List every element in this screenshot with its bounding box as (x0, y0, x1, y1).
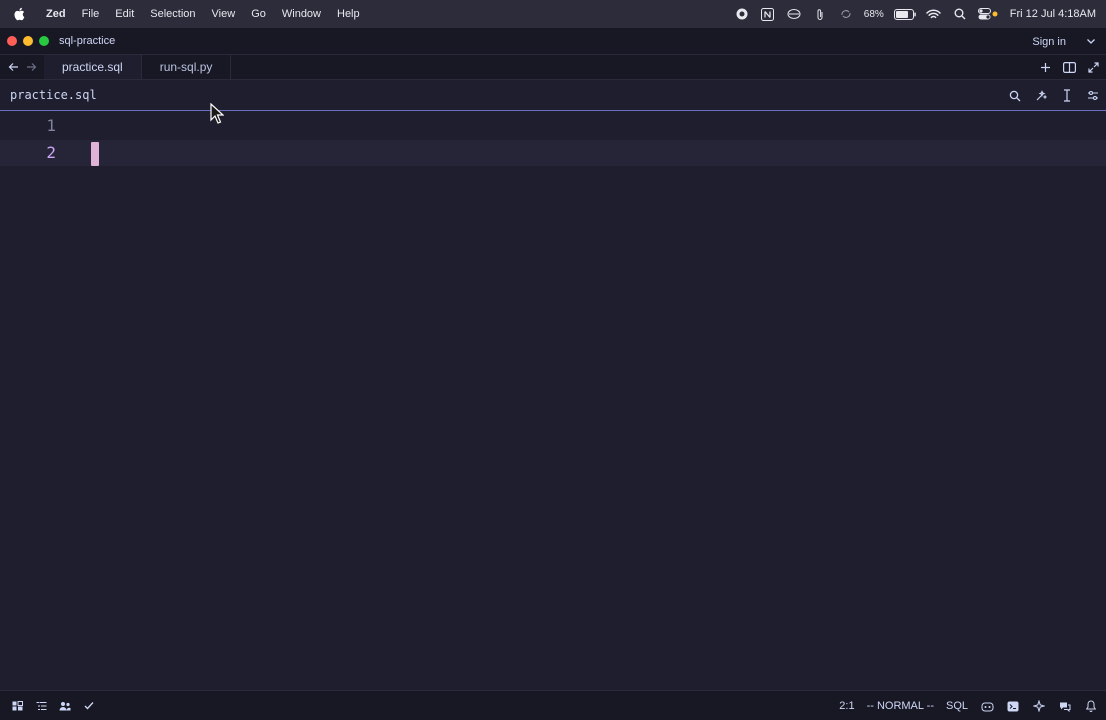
notion-icon[interactable] (760, 6, 776, 22)
menu-file[interactable]: File (74, 0, 108, 28)
language-selector[interactable]: SQL (946, 700, 968, 712)
apple-menu-icon[interactable] (0, 7, 38, 21)
outline-panel-icon[interactable] (34, 699, 48, 713)
wifi-icon[interactable] (926, 6, 942, 22)
editor-line-current[interactable]: 2 (0, 140, 1106, 166)
battery-icon[interactable] (893, 6, 916, 22)
sync-icon[interactable] (838, 6, 854, 22)
menu-window[interactable]: Window (274, 0, 329, 28)
tab-bar: practice.sql run-sql.py (0, 55, 1106, 80)
menu-edit[interactable]: Edit (107, 0, 142, 28)
tab-practice-sql[interactable]: practice.sql (44, 55, 142, 79)
tab-run-sql-py[interactable]: run-sql.py (142, 55, 232, 79)
chevron-down-icon[interactable] (1084, 34, 1098, 48)
chat-icon[interactable] (1058, 699, 1072, 713)
macos-menu-bar: Zed File Edit Selection View Go Window H… (0, 0, 1106, 28)
search-icon[interactable] (1008, 89, 1022, 103)
menu-view[interactable]: View (204, 0, 244, 28)
copilot-icon[interactable] (980, 699, 994, 713)
line-number: 1 (46, 116, 56, 135)
window-close-button[interactable] (7, 36, 17, 46)
editor-line[interactable]: 1 (0, 113, 1106, 139)
editor-tools (1008, 80, 1100, 111)
collaboration-icon[interactable] (58, 699, 72, 713)
mouse-pointer-icon (210, 103, 224, 125)
spotlight-search-icon[interactable] (952, 6, 968, 22)
project-panel-icon[interactable] (10, 699, 24, 713)
menubar-clock[interactable]: Fri 12 Jul 4:18AM (1010, 8, 1096, 20)
text-cursor-icon[interactable] (1060, 89, 1074, 103)
settings-sliders-icon[interactable] (1086, 89, 1100, 103)
assistant-sparkle-icon[interactable] (1032, 699, 1046, 713)
menu-app-name[interactable]: Zed (38, 0, 74, 28)
record-icon[interactable] (734, 6, 750, 22)
status-bar-right: 2:1 -- NORMAL -- SQL (839, 691, 1098, 720)
menu-selection[interactable]: Selection (142, 0, 203, 28)
cloud-drive-icon[interactable] (786, 6, 802, 22)
status-bar-left (10, 699, 96, 713)
terminal-icon[interactable] (1006, 699, 1020, 713)
menu-go[interactable]: Go (243, 0, 274, 28)
project-name[interactable]: sql-practice (59, 35, 115, 47)
maximize-icon[interactable] (1086, 61, 1100, 75)
status-bar: 2:1 -- NORMAL -- SQL (0, 690, 1106, 720)
code-actions-icon[interactable] (1034, 89, 1048, 103)
window-title-bar: sql-practice Sign in (0, 28, 1106, 55)
window-controls (7, 36, 49, 46)
paperclip-icon[interactable] (812, 6, 828, 22)
notification-bell-icon[interactable] (1084, 699, 1098, 713)
window-minimize-button[interactable] (23, 36, 33, 46)
plus-icon[interactable] (1038, 61, 1052, 75)
line-number: 2 (46, 143, 56, 162)
vim-mode-indicator: -- NORMAL -- (866, 700, 934, 712)
back-arrow-icon[interactable] (6, 60, 20, 74)
breadcrumb[interactable]: practice.sql (10, 88, 97, 102)
sign-in-button[interactable]: Sign in (1032, 28, 1066, 55)
text-cursor (91, 142, 99, 166)
forward-arrow-icon[interactable] (24, 60, 38, 74)
split-pane-icon[interactable] (1062, 61, 1076, 75)
menu-help[interactable]: Help (329, 0, 368, 28)
tab-bar-actions (1038, 55, 1100, 80)
window-zoom-button[interactable] (39, 36, 49, 46)
code-editor[interactable]: 1 2 (0, 112, 1106, 689)
battery-percentage: 68% (863, 8, 884, 20)
diagnostics-check-icon[interactable] (82, 699, 96, 713)
cursor-position[interactable]: 2:1 (839, 700, 854, 712)
editor-toolbar: practice.sql (0, 80, 1106, 111)
tab-navigation (0, 55, 44, 79)
control-center-icon[interactable] (977, 6, 998, 22)
